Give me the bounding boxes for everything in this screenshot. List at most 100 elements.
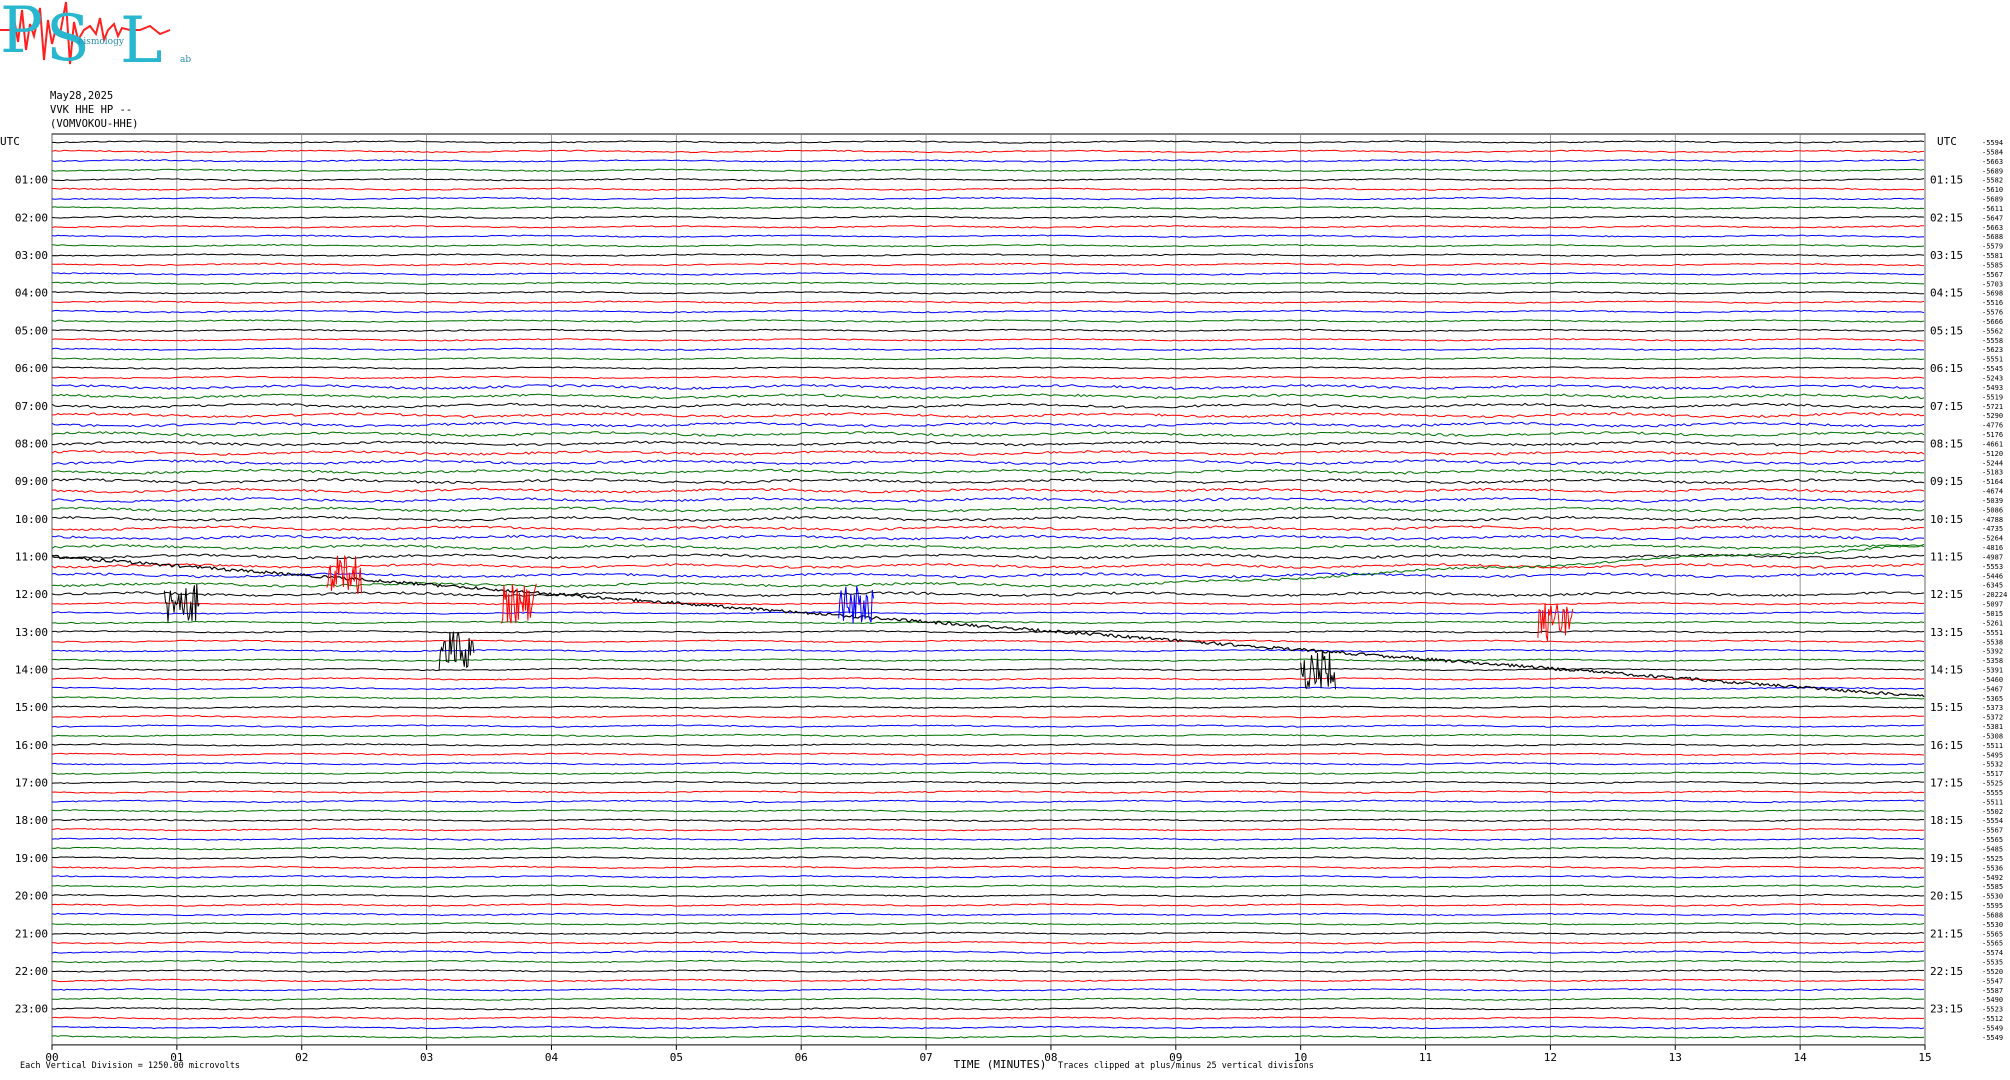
seismic-trace — [51, 639, 1925, 643]
trace-offset-label: -5666 — [1982, 318, 2003, 326]
seismic-trace — [51, 611, 1925, 615]
x-tick-label: 11 — [1419, 1051, 1432, 1064]
trace-offset-label: -5516 — [1982, 299, 2003, 307]
trace-offset-label: -5562 — [1982, 327, 2003, 335]
seismic-trace — [51, 837, 1925, 841]
helicorder-plot: 00 01 02 03 04 05 06 07 08 09 10 11 12 13 14 15UTC UTC01… — [0, 133, 2007, 1071]
trace-offset-label: -5244 — [1982, 459, 2003, 467]
trace-offset-label: -5530 — [1982, 921, 2003, 929]
seismic-trace — [51, 818, 1925, 822]
trace-offset-label: -5579 — [1982, 243, 2003, 251]
seismic-trace — [51, 743, 1925, 747]
seismic-trace — [51, 912, 1925, 917]
seismic-trace — [51, 525, 1925, 532]
trace-offset-label: -5392 — [1982, 648, 2003, 656]
seismic-trace — [51, 705, 1925, 709]
trace-offset-label: -5585 — [1982, 261, 2003, 269]
seismic-trace — [51, 478, 1925, 485]
left-hour-label: 02:00 — [15, 211, 48, 224]
left-hour-label: 16:00 — [15, 739, 48, 752]
right-hour-label: 11:15 — [1930, 550, 1963, 563]
seismic-trace — [51, 827, 1925, 832]
trace-offset-label: -4987 — [1982, 553, 2003, 561]
seismic-burst — [1537, 603, 1574, 641]
seismic-trace — [51, 506, 1925, 513]
trace-offset-label: -5490 — [1982, 996, 2003, 1004]
seismic-trace — [51, 440, 1925, 447]
seismic-trace — [51, 140, 1925, 144]
seismic-trace — [52, 366, 1925, 370]
trace-offset-label: -5525 — [1982, 855, 2003, 863]
trace-offset-label: -5610 — [1982, 186, 2003, 194]
trace-offset-label: -5519 — [1982, 393, 2003, 401]
trace-offset-label: -5576 — [1982, 309, 2003, 317]
seismic-burst — [326, 554, 362, 595]
seismic-trace — [51, 865, 1925, 870]
left-hour-label: 22:00 — [15, 965, 48, 978]
right-hour-label: 04:15 — [1930, 287, 1963, 300]
left-hour-label: 23:00 — [15, 1003, 48, 1016]
seismic-trace — [52, 262, 1925, 267]
seismic-trace — [51, 338, 1925, 342]
trace-offset-label: -6345 — [1982, 582, 2003, 590]
right-hour-label: 08:15 — [1930, 437, 1963, 450]
trace-offset-label: -5373 — [1982, 704, 2003, 712]
seismic-trace — [51, 648, 1925, 653]
trace-offset-label: -5243 — [1982, 375, 2003, 383]
left-hour-label: 08:00 — [15, 437, 48, 450]
trace-offset-label: -5549 — [1982, 1034, 2003, 1042]
trace-offset-label: -5721 — [1982, 403, 2003, 411]
left-hour-label: 07:00 — [15, 400, 48, 413]
seismic-trace — [51, 375, 1925, 380]
seismic-trace — [51, 922, 1925, 926]
x-tick-label: 07 — [919, 1051, 932, 1064]
x-tick-label: 06 — [795, 1051, 808, 1064]
footer: Each Vertical Division = 1250.00 microvo… — [20, 1058, 1314, 1071]
trace-offset-label: -5381 — [1982, 723, 2003, 731]
seismic-trace — [51, 903, 1925, 907]
right-hour-label: 18:15 — [1930, 814, 1963, 827]
seismic-trace — [51, 940, 1925, 945]
left-hour-label: 01:00 — [15, 174, 48, 187]
right-hour-label: 09:15 — [1930, 475, 1963, 488]
plot-frame — [51, 133, 1926, 1046]
seismic-trace — [51, 225, 1924, 229]
trace-offset-label: -5520 — [1982, 968, 2003, 976]
trace-offset-label: -20224 — [1982, 591, 2007, 599]
seismic-trace — [51, 790, 1925, 794]
seismic-trace — [51, 357, 1925, 361]
seismic-trace — [51, 1035, 1925, 1039]
seismic-burst — [501, 583, 537, 624]
left-utc-label: UTC — [0, 135, 20, 148]
right-hour-label: 16:15 — [1930, 739, 1963, 752]
trace-offset-label: -5549 — [1982, 1024, 2003, 1032]
trace-offset-label: -5097 — [1982, 601, 2003, 609]
right-hour-label: 13:15 — [1930, 626, 1963, 639]
trace-offset-label: -5530 — [1982, 893, 2003, 901]
trace-offset-label: -4788 — [1982, 516, 2003, 524]
right-hour-label: 12:15 — [1930, 588, 1963, 601]
seismic-trace — [51, 696, 1925, 700]
trace-offset-label: -5492 — [1982, 874, 2003, 882]
trace-offset-label: -5565 — [1982, 836, 2003, 844]
seismic-trace — [51, 724, 1925, 728]
seismic-trace — [51, 893, 1925, 898]
seismic-trace — [51, 384, 1925, 390]
seismic-trace — [51, 563, 1925, 569]
trace-offset-label: -5567 — [1982, 271, 2003, 279]
trace-offset-label: -5688 — [1982, 911, 2003, 919]
trace-offset-label: -5689 — [1982, 196, 2003, 204]
trace-offset-label: -5698 — [1982, 290, 2003, 298]
seismic-trace — [51, 431, 1925, 437]
right-hour-label: 05:15 — [1930, 324, 1963, 337]
right-hour-label: 23:15 — [1930, 1003, 1963, 1016]
right-hour-label: 20:15 — [1930, 890, 1963, 903]
trace-offset-label: -4674 — [1982, 488, 2003, 496]
left-hour-label: 03:00 — [15, 249, 48, 262]
trace-offset-label: -5039 — [1982, 497, 2003, 505]
helicorder-page: P S L eismology ab May28,2025 VVK HHE HP… — [0, 0, 2010, 1080]
seismic-trace — [51, 761, 1925, 766]
seismic-trace — [51, 290, 1924, 295]
right-hour-label: 21:15 — [1930, 927, 1963, 940]
seismic-trace — [52, 733, 1925, 738]
